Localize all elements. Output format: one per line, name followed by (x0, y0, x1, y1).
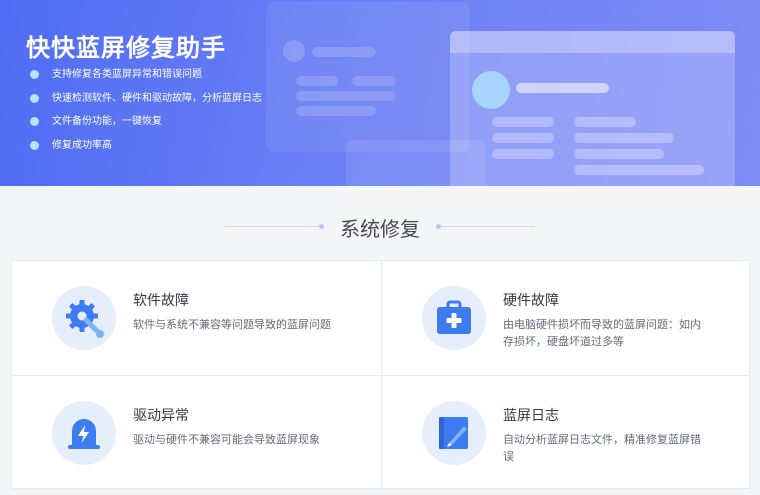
section-title: 系统修复 (340, 217, 420, 241)
bullet-dot-icon (30, 93, 39, 103)
feature-list: 支持修复各类蓝屏异常和错误问题 快速检测软件、硬件和驱动故障，分析蓝屏日志 文件… (30, 66, 262, 160)
decorative-bar (574, 133, 674, 143)
feature-item: 文件备份功能，一键恢复 (30, 113, 262, 137)
app-title: 快快蓝屏修复助手 (26, 34, 226, 62)
hero-banner: 快快蓝屏修复助手 支持修复各类蓝屏异常和错误问题 快速检测软件、硬件和驱动故障，… (0, 0, 760, 186)
card-driver-anomaly[interactable]: 驱动异常 驱动与硬件不兼容可能会导致蓝屏现象 (12, 376, 381, 490)
lightning-alarm-icon (52, 401, 116, 465)
decorative-bar (296, 91, 396, 101)
decorative-bar (492, 133, 554, 143)
feature-item: 支持修复各类蓝屏异常和错误问题 (30, 66, 262, 90)
gear-wrench-icon (52, 286, 116, 350)
card-title: 驱动异常 (133, 408, 189, 424)
decorative-bar (574, 149, 664, 159)
toolbox-icon (422, 286, 486, 350)
decorative-bar (492, 117, 554, 127)
card-description: 自动分析蓝屏日志文件，精准修复蓝屏错误 (503, 433, 701, 463)
bullet-dot-icon (30, 117, 39, 126)
window-illustration (450, 31, 735, 186)
avatar-illustration (472, 71, 510, 109)
header-divider (436, 224, 535, 229)
bullet-dot-icon (30, 140, 39, 150)
feature-text: 支持修复各类蓝屏异常和错误问题 (52, 69, 202, 80)
decorative-bar (516, 83, 609, 93)
decorative-bar (352, 76, 396, 86)
feature-item: 快速检测软件、硬件和驱动故障，分析蓝屏日志 (30, 90, 262, 114)
feature-text: 修复成功率高 (52, 139, 112, 151)
decorative-bar (296, 106, 376, 116)
card-description: 软件与系统不兼容等问题导致的蓝屏问题 (133, 318, 331, 331)
card-title: 蓝屏日志 (503, 408, 559, 424)
feature-text: 文件备份功能，一键恢复 (52, 116, 162, 127)
decorative-bar (574, 117, 636, 127)
repair-options-grid: 软件故障 软件与系统不兼容等问题导致的蓝屏问题 硬件故障 由电脑硬件损坏而导致的… (11, 260, 750, 489)
feature-item: 修复成功率高 (30, 137, 262, 161)
feature-text: 快速检测软件、硬件和驱动故障，分析蓝屏日志 (52, 92, 262, 104)
decorative-bar (492, 149, 554, 159)
card-hardware-fault[interactable]: 硬件故障 由电脑硬件损坏而导致的蓝屏问题：如内存损坏，硬盘坏道过多等 (382, 261, 751, 375)
decorative-circle (283, 40, 305, 62)
card-software-fault[interactable]: 软件故障 软件与系统不兼容等问题导致的蓝屏问题 (12, 261, 381, 375)
card-title: 硬件故障 (503, 293, 559, 309)
decorative-bar (296, 76, 338, 86)
decorative-bar (312, 47, 376, 57)
bullet-dot-icon (30, 70, 39, 79)
card-description: 驱动与硬件不兼容可能会导致蓝屏现象 (133, 433, 320, 446)
section-header: 系统修复 (0, 209, 760, 245)
decorative-bar (574, 165, 704, 175)
card-bsod-log[interactable]: 蓝屏日志 自动分析蓝屏日志文件，精准修复蓝屏错误 (382, 376, 751, 490)
window-titlebar (450, 31, 735, 53)
card-title: 软件故障 (133, 293, 189, 309)
notebook-pen-icon (422, 401, 486, 465)
card-description: 由电脑硬件损坏而导致的蓝屏问题：如内存损坏，硬盘坏道过多等 (503, 318, 701, 348)
